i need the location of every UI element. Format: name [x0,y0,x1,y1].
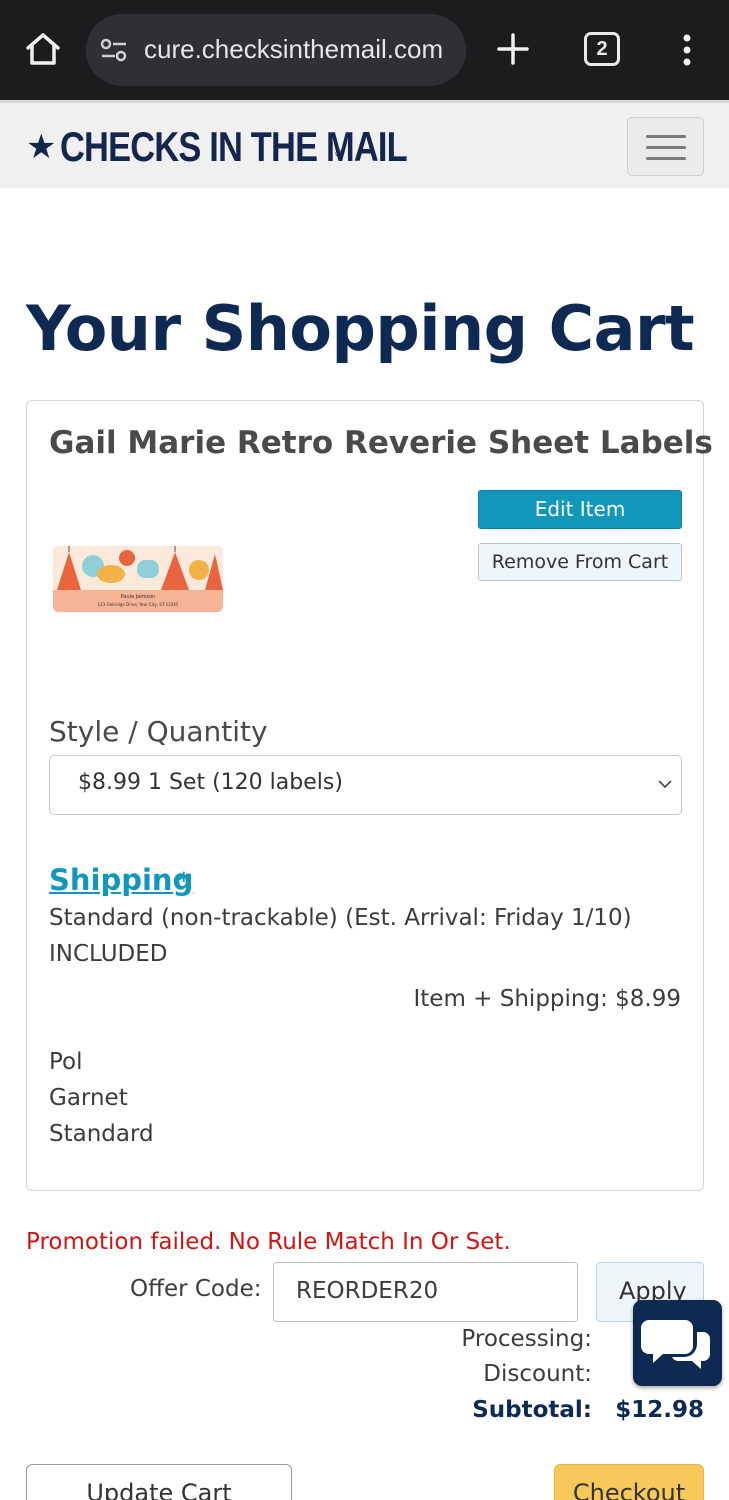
site-header: ★ CHECKS IN THE MAIL ® [0,100,729,188]
site-logo[interactable]: ★ CHECKS IN THE MAIL ® [26,123,483,171]
item-attribute: Garnet [49,1085,128,1111]
processing-label: Processing: [461,1326,592,1352]
logo-text: CHECKS IN THE MAIL [60,123,408,170]
offer-code-input[interactable]: REORDER20 [273,1262,578,1322]
logo-star-icon: ★ [26,127,57,167]
page-title: Your Shopping Cart [26,292,695,365]
shipping-required-mark: * [178,869,190,894]
remove-from-cart-button[interactable]: Remove From Cart [478,543,682,581]
update-cart-label: Update Cart [86,1479,232,1500]
checkout-label: Checkout [572,1479,686,1500]
hamburger-line [646,135,686,138]
thumb-line1: Paula Jamison [121,594,156,600]
style-quantity-label: Style / Quantity [49,715,268,748]
site-settings-icon[interactable] [100,38,128,62]
selected-option: $8.99 1 Set (120 labels) [78,770,343,795]
more-vert-icon[interactable] [672,30,702,70]
thumb-line2: 123 Oakridge Drive, Your City, ST 12345 [98,602,179,607]
new-tab-icon[interactable] [492,28,534,70]
chat-icon[interactable] [633,1300,722,1386]
subtotal-value: $12.98 [615,1397,704,1423]
logo-registered-mark: ® [334,147,345,160]
hamburger-line [646,146,686,149]
address-bar[interactable]: cure.checksinthemail.com [86,14,466,86]
item-shipping-total: Item + Shipping: $8.99 [413,986,682,1012]
shipping-method: Standard (non-trackable) (Est. Arrival: … [49,905,632,931]
offer-code-value: REORDER20 [296,1278,439,1304]
offer-code-label: Offer Code: [130,1276,262,1302]
shipping-price: INCLUDED [49,941,168,967]
shipping-link[interactable]: Shipping [49,863,193,897]
checkout-button[interactable]: Checkout [554,1464,704,1500]
item-title: Gail Marie Retro Reverie Sheet Labels [49,425,713,461]
discount-label: Discount: [483,1361,592,1387]
home-icon[interactable] [22,28,64,70]
chevron-down-icon [657,776,673,792]
tab-switcher-button[interactable]: 2 [584,32,620,66]
browser-toolbar: cure.checksinthemail.com 2 [0,0,729,100]
promo-error-message: Promotion failed. No Rule Match In Or Se… [26,1229,511,1255]
subtotal-label: Subtotal: [472,1397,592,1423]
update-cart-button[interactable]: Update Cart [26,1464,292,1500]
url-text[interactable]: cure.checksinthemail.com [144,34,454,65]
hamburger-menu-button[interactable] [627,117,704,176]
edit-item-button[interactable]: Edit Item [478,490,682,529]
hamburger-line [646,157,686,160]
item-attribute: Standard [49,1121,154,1147]
style-quantity-select[interactable]: $8.99 1 Set (120 labels) [49,755,682,815]
product-thumbnail: Paula Jamison 123 Oakridge Drive, Your C… [53,546,223,612]
item-attribute: Pol [49,1049,83,1075]
cart-item-card: Gail Marie Retro Reverie Sheet Labels Ed… [26,400,713,1191]
